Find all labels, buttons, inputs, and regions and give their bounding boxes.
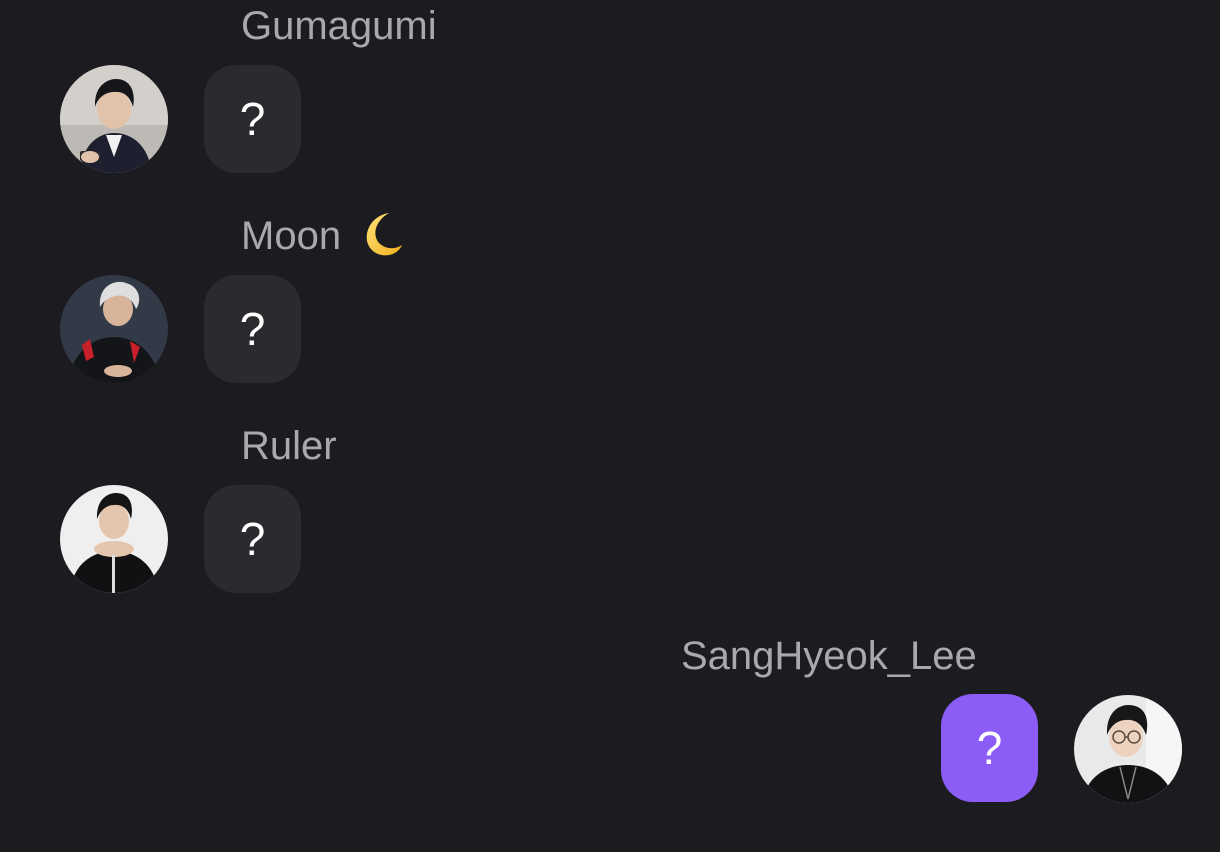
avatar-ruler[interactable]	[60, 485, 168, 593]
crescent-moon-icon	[355, 209, 405, 259]
sender-name-ruler: Ruler	[241, 424, 337, 468]
avatar-gumagumi[interactable]	[60, 65, 168, 173]
sender-name-moon: Moon	[241, 210, 405, 263]
message-bubble-sanghyeok-lee[interactable]: ?	[941, 694, 1038, 802]
avatar-sanghyeok-lee[interactable]	[1074, 695, 1182, 803]
message-bubble-gumagumi[interactable]: ?	[204, 65, 301, 173]
sender-name-gumagumi: Gumagumi	[241, 4, 437, 48]
message-bubble-ruler[interactable]: ?	[204, 485, 301, 593]
sender-name-sanghyeok-lee: SangHyeok_Lee	[681, 634, 977, 678]
sender-name-moon-label: Moon	[241, 214, 342, 258]
avatar-moon[interactable]	[60, 275, 168, 383]
message-bubble-moon[interactable]: ?	[204, 275, 301, 383]
